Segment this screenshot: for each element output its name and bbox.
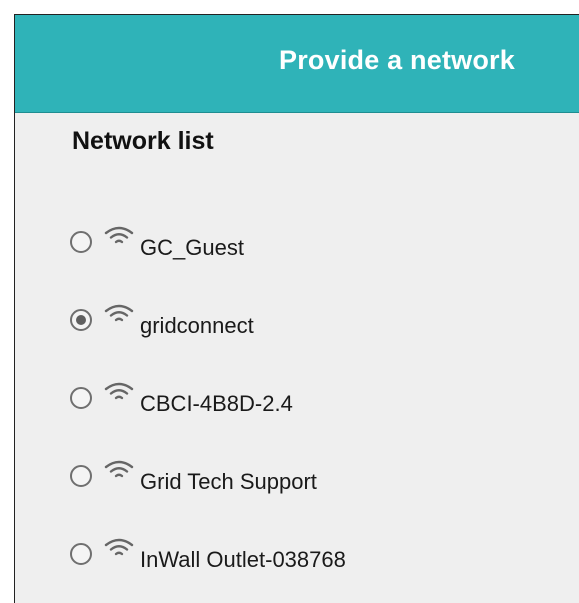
- network-item-cbci-4b8d-2-4[interactable]: CBCI-4B8D-2.4: [70, 378, 550, 418]
- wifi-icon: [104, 538, 134, 556]
- network-radio[interactable]: [70, 543, 92, 565]
- network-radio[interactable]: [70, 387, 92, 409]
- network-ssid: CBCI-4B8D-2.4: [140, 391, 293, 416]
- network-item-grid-tech-support[interactable]: Grid Tech Support: [70, 456, 550, 496]
- network-item-gridconnect[interactable]: gridconnect: [70, 300, 550, 340]
- network-panel: Provide a network Network list GC_Guest …: [14, 14, 579, 603]
- network-ssid: InWall Outlet-038768: [140, 547, 346, 572]
- wifi-icon: [104, 460, 134, 478]
- network-item-inwall-outlet[interactable]: InWall Outlet-038768: [70, 534, 550, 574]
- network-ssid: Grid Tech Support: [140, 469, 317, 494]
- network-radio[interactable]: [70, 465, 92, 487]
- wifi-icon: [104, 382, 134, 400]
- network-radio[interactable]: [70, 231, 92, 253]
- wifi-icon: [104, 226, 134, 244]
- network-radio-selected[interactable]: [70, 309, 92, 331]
- network-ssid: gridconnect: [140, 313, 254, 338]
- network-ssid: GC_Guest: [140, 235, 244, 260]
- wifi-icon: [104, 304, 134, 322]
- network-list: GC_Guest gridconnect CBCI-4B8D-2.4 Grid …: [15, 15, 579, 603]
- network-item-gc-guest[interactable]: GC_Guest: [70, 222, 550, 262]
